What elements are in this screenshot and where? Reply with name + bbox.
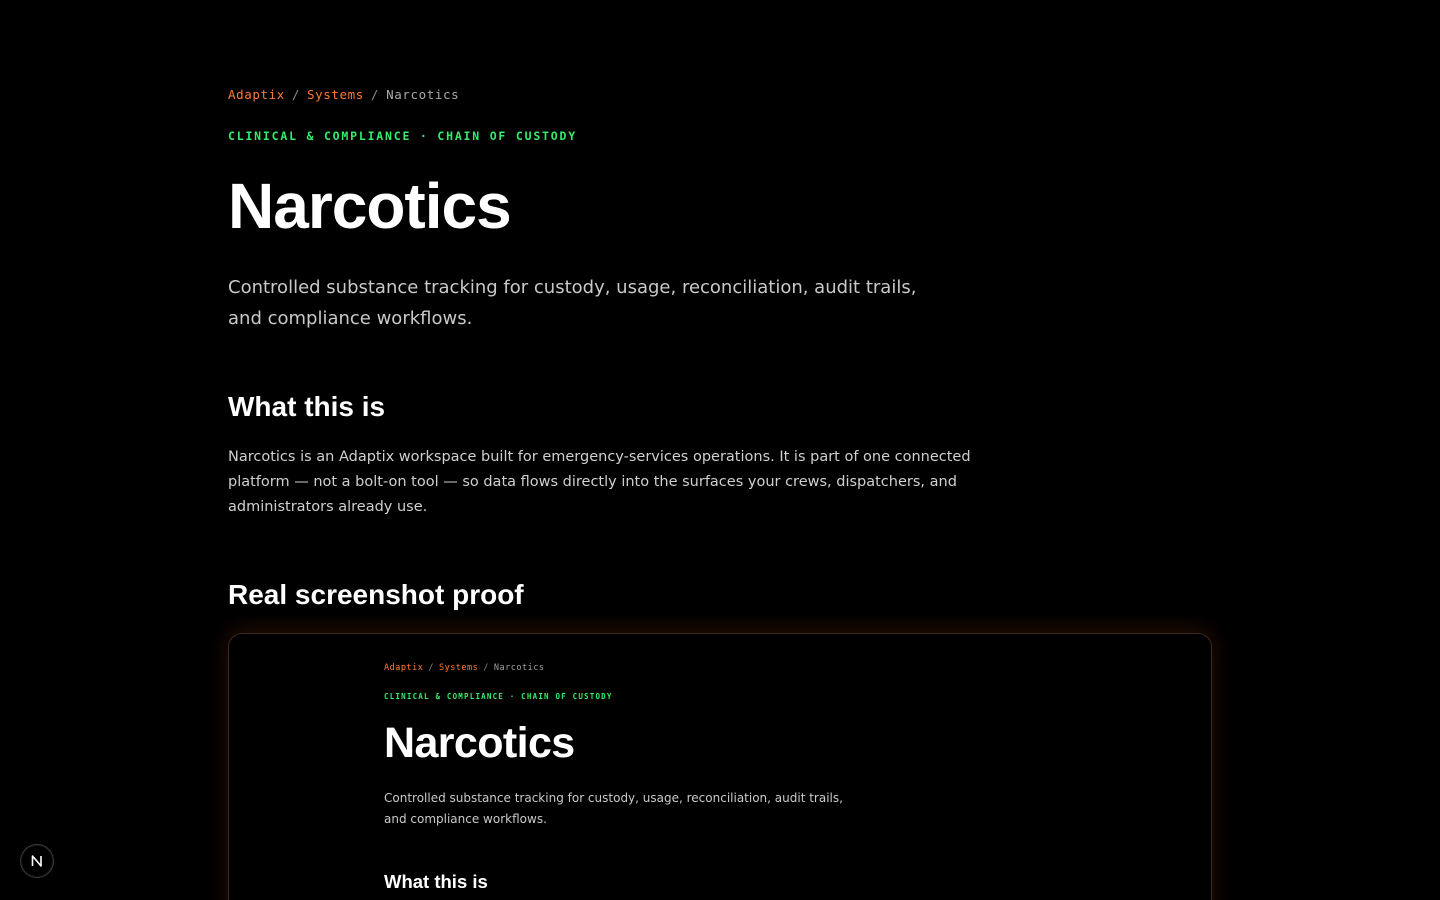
category-kicker: CLINICAL & COMPLIANCE · CHAIN OF CUSTODY <box>228 129 577 143</box>
screenshot-proof-frame: Adaptix / Systems / Narcotics CLINICAL & COM… <box>228 633 1212 900</box>
screenshot-lede: Controlled substance tracking for custod… <box>384 791 843 826</box>
page-title: Narcotics <box>228 170 512 242</box>
screenshot-breadcrumb-separator: / <box>483 663 489 673</box>
what-this-is-body: Narcotics is an Adaptix workspace built … <box>228 449 971 515</box>
screenshot-proof-heading: Real screenshot proof <box>228 579 524 610</box>
breadcrumb: Adaptix / Systems / Narcotics <box>228 87 459 102</box>
page-lede: Controlled substance tracking for custod… <box>228 277 917 329</box>
screenshot-breadcrumb-current: Narcotics <box>493 663 545 673</box>
breadcrumb-current: Narcotics <box>386 87 460 102</box>
screenshot-heading: What this is <box>384 871 488 892</box>
what-this-is-heading: What this is <box>228 391 386 422</box>
screenshot-breadcrumb-adaptix: Adaptix <box>384 663 424 673</box>
breadcrumb-link-systems[interactable]: Systems <box>307 87 364 102</box>
breadcrumb-link-adaptix[interactable]: Adaptix <box>228 87 285 102</box>
screenshot-title: Narcotics <box>384 719 575 767</box>
dev-tools-badge[interactable] <box>20 844 54 878</box>
screenshot-breadcrumb-systems: Systems <box>438 663 479 673</box>
breadcrumb-separator: / <box>291 87 301 102</box>
n-logo-icon <box>31 855 42 867</box>
screenshot-kicker: CLINICAL & COMPLIANCE · CHAIN OF CUSTODY <box>384 692 613 701</box>
screenshot-breadcrumb: Adaptix / Systems / Narcotics <box>384 663 544 673</box>
screenshot-breadcrumb-separator: / <box>428 663 434 673</box>
breadcrumb-separator: / <box>370 87 380 102</box>
